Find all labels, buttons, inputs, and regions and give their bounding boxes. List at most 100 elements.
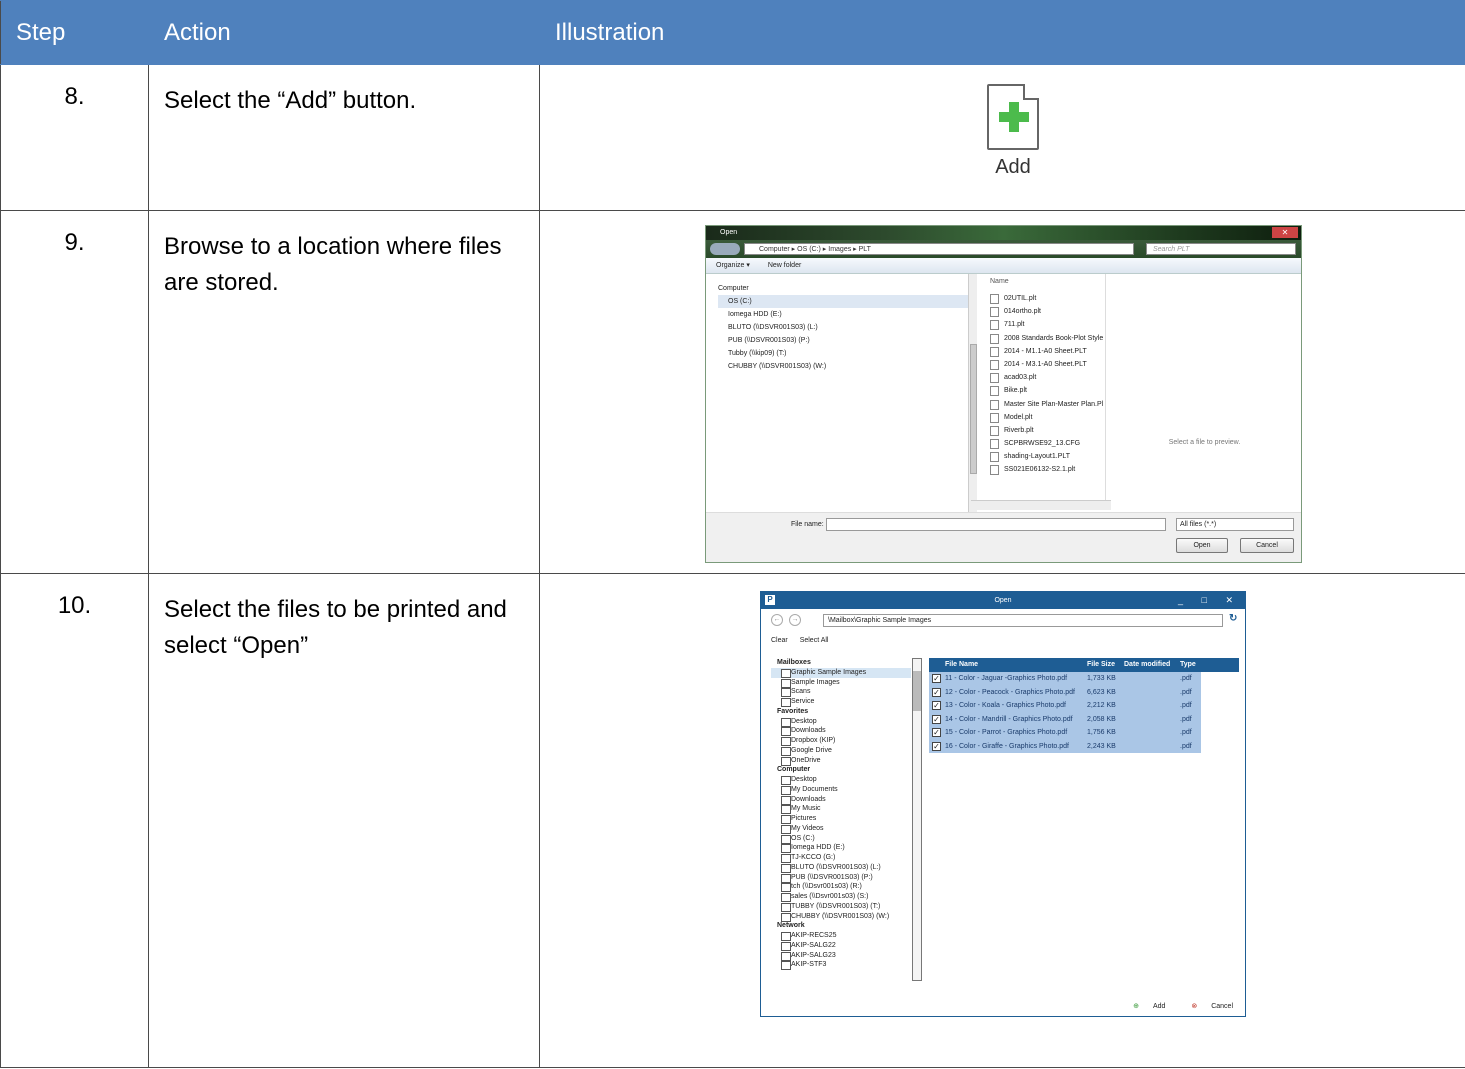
- file-row[interactable]: ✓ 14 - Color - Mandrill - Graphics Photo…: [929, 712, 1201, 726]
- nav-item[interactable]: PUB (\\DSVR001S03) (P:): [718, 334, 968, 347]
- clear-button[interactable]: Clear: [771, 637, 788, 644]
- tree-item[interactable]: My Videos: [771, 824, 911, 834]
- file-size: 1,733 KB: [1087, 675, 1116, 682]
- tree-item[interactable]: Pictures: [771, 814, 911, 824]
- checkbox-checked-icon[interactable]: ✓: [932, 728, 941, 737]
- kip-path-field[interactable]: \Mailbox\Graphic Sample Images: [823, 614, 1223, 627]
- back-icon[interactable]: ←: [771, 614, 783, 626]
- file-item[interactable]: 711.plt: [984, 318, 1105, 331]
- tree-item[interactable]: Sample Images: [771, 678, 911, 688]
- tree-item[interactable]: My Documents: [771, 785, 911, 795]
- tree-item[interactable]: Google Drive: [771, 746, 911, 756]
- nav-item[interactable]: CHUBBY (\\DSVR001S03) (W:): [718, 360, 968, 373]
- refresh-icon[interactable]: ↻: [1229, 613, 1237, 624]
- tree-group[interactable]: Computer: [771, 765, 911, 775]
- file-item[interactable]: SCPBRWSE92_13.CFG: [984, 437, 1105, 450]
- file-item[interactable]: 2008 Standards Book-Plot Style: [984, 332, 1105, 345]
- back-forward-icon[interactable]: [710, 243, 740, 255]
- tree-item[interactable]: TJ-KCCO (G:): [771, 853, 911, 863]
- tree-item[interactable]: OS (C:): [771, 834, 911, 844]
- nav-item[interactable]: Tubby (\\kip09) (T:): [718, 347, 968, 360]
- search-input[interactable]: Search PLT: [1146, 243, 1296, 255]
- file-list-scrollbar[interactable]: [971, 500, 1111, 510]
- tree-item[interactable]: AKIP-RECS25: [771, 931, 911, 941]
- file-item[interactable]: 2014 - M3.1-A0 Sheet.PLT: [984, 358, 1105, 371]
- file-row[interactable]: ✓ 15 - Color - Parrot - Graphics Photo.p…: [929, 726, 1201, 740]
- tree-item[interactable]: AKIP-STF3: [771, 960, 911, 970]
- column-type[interactable]: Type: [1180, 658, 1196, 672]
- column-header-name[interactable]: Name: [984, 278, 1105, 292]
- close-icon[interactable]: ✕: [1272, 227, 1298, 238]
- file-item[interactable]: acad03.plt: [984, 371, 1105, 384]
- tree-item[interactable]: OneDrive: [771, 756, 911, 766]
- tree-item[interactable]: Downloads: [771, 795, 911, 805]
- file-item[interactable]: Riverb.plt: [984, 424, 1105, 437]
- tree-item[interactable]: My Music: [771, 804, 911, 814]
- file-item[interactable]: 2014 - M1.1-A0 Sheet.PLT: [984, 345, 1105, 358]
- file-row[interactable]: ✓ 11 - Color - Jaguar -Graphics Photo.pd…: [929, 672, 1201, 686]
- column-file-size[interactable]: File Size: [1087, 658, 1115, 672]
- tree-item[interactable]: Scans: [771, 687, 911, 697]
- file-item[interactable]: SS021E06132-S2.1.plt: [984, 463, 1105, 476]
- new-folder-button[interactable]: New folder: [768, 262, 801, 269]
- tree-item[interactable]: Graphic Sample Images: [771, 667, 911, 678]
- file-type: .pdf: [1180, 715, 1192, 723]
- organize-button[interactable]: Organize ▾: [716, 262, 750, 269]
- file-row[interactable]: ✓ 13 - Color - Koala - Graphics Photo.pd…: [929, 699, 1201, 713]
- file-item[interactable]: shading-Layout1.PLT: [984, 450, 1105, 463]
- file-item[interactable]: 02UTIL.plt: [984, 292, 1105, 305]
- tree-item[interactable]: Desktop: [771, 775, 911, 785]
- tree-item[interactable]: TUBBY (\\DSVR001S03) (T:): [771, 902, 911, 912]
- column-file-name[interactable]: File Name: [945, 658, 978, 672]
- tree-group[interactable]: Mailboxes: [771, 658, 911, 668]
- nav-item[interactable]: Computer: [718, 282, 968, 295]
- procedure-table: Step Action Illustration 8. Select the “…: [0, 0, 1465, 1068]
- column-date-modified[interactable]: Date modified: [1124, 658, 1170, 672]
- tree-scrollbar[interactable]: [912, 658, 922, 981]
- select-all-button[interactable]: Select All: [800, 637, 829, 644]
- tree-item[interactable]: PUB (\\DSVR001S03) (P:): [771, 873, 911, 883]
- add-button[interactable]: Add: [980, 84, 1046, 184]
- tree-item[interactable]: BLUTO (\\DSVR001S03) (L:): [771, 863, 911, 873]
- tree-group[interactable]: Network: [771, 921, 911, 931]
- file-row[interactable]: ✓ 16 - Color - Giraffe - Graphics Photo.…: [929, 739, 1201, 753]
- kip-add-button[interactable]: ⊕ Add: [1121, 1003, 1165, 1010]
- file-item[interactable]: 014ortho.plt: [984, 305, 1105, 318]
- checkbox-checked-icon[interactable]: ✓: [932, 741, 941, 751]
- kip-cancel-button[interactable]: ⊗ Cancel: [1179, 1003, 1233, 1010]
- open-button[interactable]: Open: [1176, 538, 1228, 553]
- file-name-input[interactable]: [826, 518, 1166, 531]
- checkbox-checked-icon[interactable]: ✓: [932, 714, 941, 724]
- tree-item[interactable]: Dropbox (KIP): [771, 736, 911, 746]
- path-breadcrumb[interactable]: Computer ▸ OS (C:) ▸ Images ▸ PLT: [744, 243, 1134, 255]
- cancel-button[interactable]: Cancel: [1240, 538, 1294, 553]
- checkbox-checked-icon[interactable]: ✓: [932, 701, 941, 710]
- file-item[interactable]: Bike.plt: [984, 384, 1105, 397]
- step-number: 8.: [0, 64, 149, 211]
- nav-scrollbar[interactable]: [968, 274, 977, 512]
- file-type: .pdf: [1180, 729, 1192, 736]
- forward-icon[interactable]: →: [789, 614, 801, 626]
- checkbox-checked-icon[interactable]: ✓: [932, 674, 941, 683]
- tree-item[interactable]: Service: [771, 697, 911, 707]
- tree-item[interactable]: AKIP-SALG22: [771, 941, 911, 951]
- tree-item[interactable]: Iomega HDD (E:): [771, 843, 911, 853]
- checkbox-checked-icon[interactable]: ✓: [932, 687, 941, 697]
- tree-item[interactable]: Downloads: [771, 726, 911, 736]
- file-type-select[interactable]: All files (*.*): [1176, 518, 1294, 531]
- step-action: Select the files to be printed and selec…: [148, 573, 540, 1068]
- tree-group[interactable]: Favorites: [771, 707, 911, 717]
- nav-item[interactable]: Iomega HDD (E:): [718, 308, 968, 321]
- tree-item[interactable]: sales (\\Dsvr001s03) (S:): [771, 892, 911, 902]
- tree-item[interactable]: tch (\\Dsvr001s03) (R:): [771, 882, 911, 892]
- tree-item[interactable]: Desktop: [771, 717, 911, 727]
- file-item[interactable]: Master Site Plan-Master Plan.Pl: [984, 398, 1105, 411]
- tree-item[interactable]: AKIP-SALG23: [771, 951, 911, 961]
- nav-item[interactable]: OS (C:): [718, 295, 968, 308]
- file-row[interactable]: ✓ 12 - Color - Peacock - Graphics Photo.…: [929, 685, 1201, 699]
- window-controls-icon[interactable]: _ □ ✕: [1178, 592, 1241, 609]
- file-type: .pdf: [1180, 742, 1192, 750]
- file-item[interactable]: Model.plt: [984, 411, 1105, 424]
- tree-item[interactable]: CHUBBY (\\DSVR001S03) (W:): [771, 912, 911, 922]
- nav-item[interactable]: BLUTO (\\DSVR001S03) (L:): [718, 321, 968, 334]
